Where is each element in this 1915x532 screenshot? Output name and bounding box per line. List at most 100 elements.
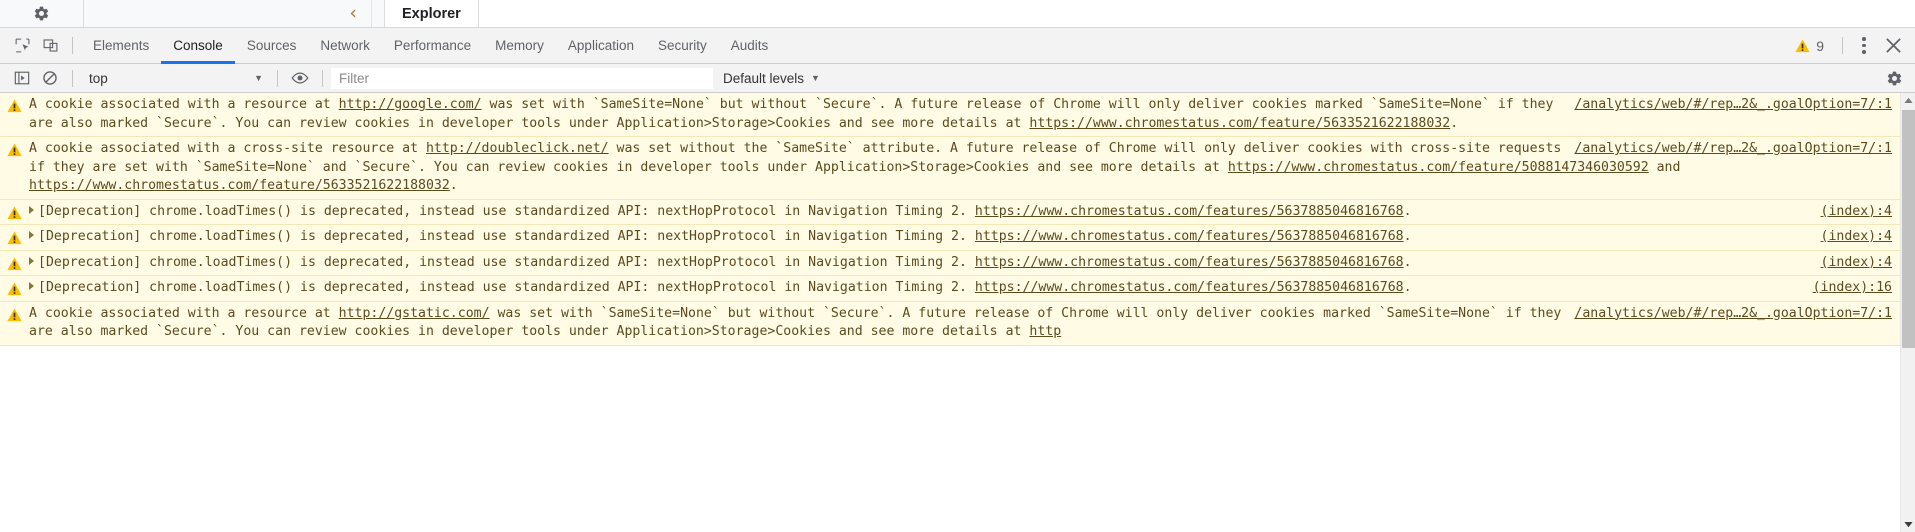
console-inline-link[interactable]: https://www.chromestatus.com/feature/563… [29, 178, 450, 193]
console-inline-link[interactable]: https://www.chromestatus.com/feature/563… [1029, 116, 1450, 131]
host-app-top-bar: ‹ Explorer [0, 0, 1915, 28]
caret-down-icon: ▼ [254, 73, 263, 83]
filter-input[interactable] [331, 67, 713, 89]
console-text-run: . [1403, 229, 1412, 244]
console-message[interactable]: (index):4 [Deprecation] chrome.loadTimes(… [0, 225, 1900, 251]
expand-arrow-icon[interactable] [29, 256, 34, 265]
clear-console-button[interactable] [36, 65, 64, 91]
console-inline-link[interactable]: https://www.chromestatus.com/features/56… [975, 280, 1404, 295]
live-expression-button[interactable] [286, 65, 314, 91]
console-message-level-icon [0, 96, 29, 133]
toolbar-divider [72, 37, 73, 54]
tab-label: Sources [246, 37, 297, 53]
devtools-tab-console[interactable]: Console [161, 28, 235, 64]
toolbar-divider [1842, 37, 1843, 54]
tab-label: Application [567, 37, 634, 53]
console-message-source-link[interactable]: /analytics/web/#/rep…2&_.goalOption=7/:1 [1574, 96, 1892, 115]
devtools-tab-elements[interactable]: Elements [81, 28, 161, 64]
inspect-element-icon [15, 38, 29, 53]
tab-label: Performance [393, 37, 472, 53]
devtools-tab-network[interactable]: Network [308, 28, 382, 64]
warning-triangle-icon [7, 282, 22, 296]
tab-label: Console [173, 37, 223, 53]
warning-count-label: 9 [1816, 37, 1824, 54]
expand-arrow-icon[interactable] [29, 231, 34, 239]
console-message[interactable]: /analytics/web/#/rep…2&_.goalOption=7/:1… [0, 301, 1900, 346]
console-message-source-link[interactable]: (index):4 [1821, 254, 1892, 273]
console-message-source-link[interactable]: (index):4 [1821, 228, 1892, 247]
app-tab-label: Explorer [402, 5, 461, 22]
console-message[interactable]: /analytics/web/#/rep…2&_.goalOption=7/:1… [0, 93, 1900, 137]
app-tab-explorer[interactable]: Explorer [384, 0, 479, 27]
console-inline-link[interactable]: http://doubleclick.net/ [426, 141, 609, 156]
console-message-source-link[interactable]: /analytics/web/#/rep…2&_.goalOption=7/:1 [1574, 305, 1892, 324]
gear-icon [34, 6, 49, 21]
warning-triangle-icon [7, 231, 22, 245]
live-expression-eye-icon [291, 72, 309, 84]
console-message-level-icon [0, 203, 29, 222]
more-vertical-icon [1862, 37, 1866, 41]
log-levels-select[interactable]: Default levels ▼ [713, 68, 830, 89]
console-text-run: . [1403, 280, 1412, 295]
console-text-run: . [1450, 115, 1459, 131]
console-message[interactable]: /analytics/web/#/rep…2&_.goalOption=7/:1… [0, 137, 1900, 200]
devtools-more-button[interactable] [1851, 33, 1877, 59]
console-message[interactable]: (index):16 [Deprecation] chrome.loadTimes… [0, 276, 1900, 302]
inspect-element-button[interactable] [8, 33, 36, 59]
console-message-source-link[interactable]: (index):16 [1813, 279, 1892, 298]
gear-icon [1887, 71, 1901, 85]
warning-triangle-icon [7, 143, 22, 157]
warning-triangle-icon [7, 99, 22, 113]
expand-arrow-icon[interactable] [29, 205, 34, 214]
app-settings-button[interactable] [0, 0, 84, 27]
scroll-up-arrow-icon [1903, 97, 1913, 103]
console-text-run: [Deprecation] chrome.loadTimes() is depr… [38, 254, 975, 270]
console-inline-link[interactable]: http [1029, 324, 1061, 339]
console-text-run: . [1403, 203, 1412, 219]
console-message-text: (index):4 [Deprecation] chrome.loadTimes(… [29, 254, 1900, 273]
console-inline-link[interactable]: https://www.chromestatus.com/features/56… [975, 255, 1404, 270]
console-text-run: [Deprecation] chrome.loadTimes() is depr… [38, 280, 975, 295]
warning-count-button[interactable]: 9 [1785, 38, 1834, 54]
device-toolbar-button[interactable] [36, 33, 64, 59]
console-message-source-link[interactable]: /analytics/web/#/rep…2&_.goalOption=7/:1 [1574, 140, 1892, 159]
console-sidebar-toggle-button[interactable] [8, 65, 36, 91]
devtools-close-button[interactable] [1877, 32, 1909, 60]
console-message-source-link[interactable]: (index):4 [1821, 203, 1892, 222]
execution-context-select[interactable]: top ▼ [81, 68, 269, 89]
console-text-run: . [449, 178, 458, 193]
console-inline-link[interactable]: http://google.com/ [339, 97, 482, 112]
console-inline-link[interactable]: https://www.chromestatus.com/feature/508… [1228, 160, 1649, 175]
chevron-left-icon[interactable]: ‹ [349, 4, 357, 23]
console-text-run: [Deprecation] chrome.loadTimes() is depr… [38, 203, 975, 219]
devtools-tab-performance[interactable]: Performance [382, 28, 483, 64]
console-message-level-icon [0, 254, 29, 273]
console-message-level-icon [0, 140, 29, 196]
expand-arrow-icon[interactable] [29, 282, 34, 290]
tab-label: Network [320, 37, 370, 53]
console-vertical-scrollbar[interactable] [1900, 93, 1915, 532]
devtools-tab-sources[interactable]: Sources [235, 28, 309, 64]
toolbar-divider [72, 69, 73, 87]
scroll-up-arrow-button[interactable] [1901, 93, 1915, 108]
console-message[interactable]: (index):4 [Deprecation] chrome.loadTimes(… [0, 250, 1900, 276]
devtools-tab-audits[interactable]: Audits [719, 28, 781, 64]
tab-label: Elements [93, 37, 150, 53]
console-message[interactable]: (index):4 [Deprecation] chrome.loadTimes(… [0, 199, 1900, 225]
toolbar-divider [322, 69, 323, 87]
scroll-down-arrow-button[interactable] [1901, 517, 1915, 532]
scrollbar-thumb[interactable] [1902, 110, 1915, 348]
console-text-run: and [1648, 159, 1689, 175]
console-settings-button[interactable] [1879, 65, 1909, 91]
tab-label: Audits [730, 37, 769, 53]
console-inline-link[interactable]: https://www.chromestatus.com/features/56… [975, 229, 1404, 244]
console-inline-link[interactable]: https://www.chromestatus.com/features/56… [975, 204, 1404, 219]
console-inline-link[interactable]: http://gstatic.com/ [339, 306, 490, 321]
devtools-tab-security[interactable]: Security [646, 28, 719, 64]
devtools-tab-application[interactable]: Application [556, 28, 646, 64]
console-message-text: (index):16 [Deprecation] chrome.loadTimes… [29, 279, 1900, 298]
clear-console-icon [43, 71, 57, 85]
warning-triangle-icon [7, 308, 22, 321]
devtools-tab-memory[interactable]: Memory [483, 28, 556, 64]
console-message-list: /analytics/web/#/rep…2&_.goalOption=7/:1… [0, 93, 1900, 532]
